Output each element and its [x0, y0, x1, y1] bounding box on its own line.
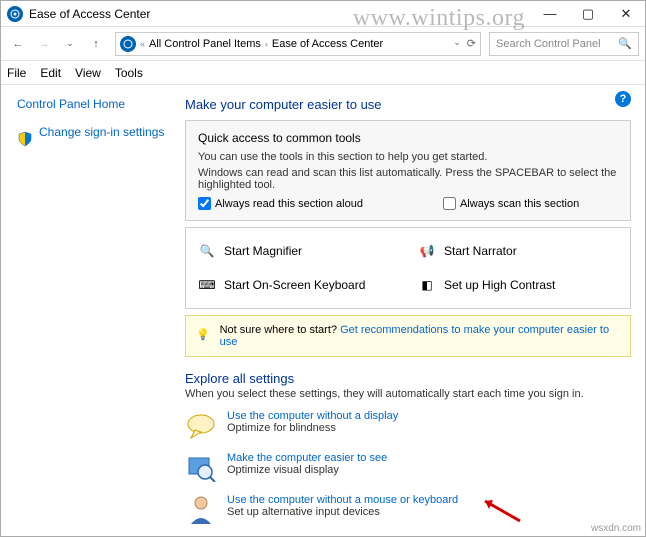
help-icon[interactable]: ?	[615, 91, 631, 107]
person-icon	[185, 494, 217, 526]
setting-easier-see: Make the computer easier to seeOptimize …	[185, 452, 631, 484]
title-bar: Ease of Access Center — ▢ ✕	[1, 1, 645, 27]
breadcrumb-current[interactable]: Ease of Access Center	[272, 38, 383, 50]
check-read-aloud[interactable]: Always read this section aloud	[198, 197, 363, 210]
setting-easier-see-link[interactable]: Make the computer easier to see	[227, 452, 387, 464]
check-scan-box[interactable]	[443, 197, 456, 210]
close-button[interactable]: ✕	[607, 1, 645, 27]
main-content: ? Make your computer easier to use Quick…	[181, 85, 645, 536]
maximize-button[interactable]: ▢	[569, 1, 607, 27]
setting-no-mouse-keyboard-link[interactable]: Use the computer without a mouse or keyb…	[227, 494, 458, 506]
app-icon	[7, 6, 23, 22]
setting-no-mouse-keyboard: Use the computer without a mouse or keyb…	[185, 494, 631, 526]
tip-pre: Not sure where to start?	[220, 324, 340, 336]
menu-edit[interactable]: Edit	[40, 66, 61, 80]
refresh-button[interactable]: ⟳	[467, 37, 476, 50]
menu-tools[interactable]: Tools	[115, 66, 143, 80]
address-bar[interactable]: « All Control Panel Items › Ease of Acce…	[115, 32, 481, 56]
setting-no-display-desc: Optimize for blindness	[227, 422, 398, 434]
up-button[interactable]: ↑	[85, 33, 107, 55]
setting-easier-see-desc: Optimize visual display	[227, 464, 387, 476]
recent-dropdown[interactable]: ⌄	[59, 33, 81, 55]
check-read-aloud-box[interactable]	[198, 197, 211, 210]
setting-no-display-link[interactable]: Use the computer without a display	[227, 410, 398, 422]
keyboard-icon: ⌨	[198, 276, 216, 294]
tools-box: 🔍Start Magnifier 📢Start Narrator ⌨Start …	[185, 227, 631, 309]
tool-contrast[interactable]: ◧Set up High Contrast	[418, 276, 618, 294]
nav-toolbar: ← → ⌄ ↑ « All Control Panel Items › Ease…	[1, 27, 645, 61]
sidebar: Control Panel Home Change sign-in settin…	[1, 85, 181, 536]
tool-narrator[interactable]: 📢Start Narrator	[418, 242, 618, 260]
chevron-right-icon: ›	[265, 39, 268, 49]
tip-bar: 💡 Not sure where to start? Get recommend…	[185, 315, 631, 357]
magnify-screen-icon	[185, 452, 217, 484]
annotation-arrow	[475, 496, 525, 526]
magnifier-icon: 🔍	[198, 242, 216, 260]
quick-access-box: Quick access to common tools You can use…	[185, 120, 631, 221]
window-title: Ease of Access Center	[29, 7, 150, 21]
explore-header: Explore all settings	[185, 371, 631, 386]
setting-no-display: Use the computer without a displayOptimi…	[185, 410, 631, 442]
tool-magnifier[interactable]: 🔍Start Magnifier	[198, 242, 398, 260]
check-scan[interactable]: Always scan this section	[443, 197, 579, 210]
contrast-icon: ◧	[418, 276, 436, 294]
forward-button[interactable]: →	[33, 33, 55, 55]
shield-icon	[17, 131, 33, 147]
ease-of-access-icon	[120, 36, 136, 52]
minimize-button[interactable]: —	[531, 1, 569, 27]
quick-access-p1: You can use the tools in this section to…	[198, 151, 618, 163]
search-icon: 🔍	[618, 37, 632, 50]
menu-file[interactable]: File	[7, 66, 26, 80]
search-placeholder: Search Control Panel	[496, 38, 601, 50]
menu-view[interactable]: View	[75, 66, 101, 80]
back-button[interactable]: ←	[7, 33, 29, 55]
crumb-sep-icon: «	[140, 39, 145, 49]
speech-bubble-icon	[185, 410, 217, 442]
search-input[interactable]: Search Control Panel 🔍	[489, 32, 639, 56]
sidebar-signin-link[interactable]: Change sign-in settings	[39, 125, 164, 139]
quick-access-p2: Windows can read and scan this list auto…	[198, 167, 618, 191]
explore-sub: When you select these settings, they wil…	[185, 388, 631, 400]
sidebar-home-link[interactable]: Control Panel Home	[17, 97, 173, 111]
page-header: Make your computer easier to use	[185, 97, 631, 112]
lightbulb-icon: 💡	[196, 328, 212, 344]
tool-osk[interactable]: ⌨Start On-Screen Keyboard	[198, 276, 398, 294]
narrator-icon: 📢	[418, 242, 436, 260]
menu-bar: File Edit View Tools	[1, 61, 645, 85]
setting-no-mouse-keyboard-desc: Set up alternative input devices	[227, 506, 458, 518]
address-dropdown[interactable]: ⌄	[453, 37, 461, 50]
breadcrumb-parent[interactable]: All Control Panel Items	[149, 38, 261, 50]
quick-access-title: Quick access to common tools	[198, 131, 618, 145]
